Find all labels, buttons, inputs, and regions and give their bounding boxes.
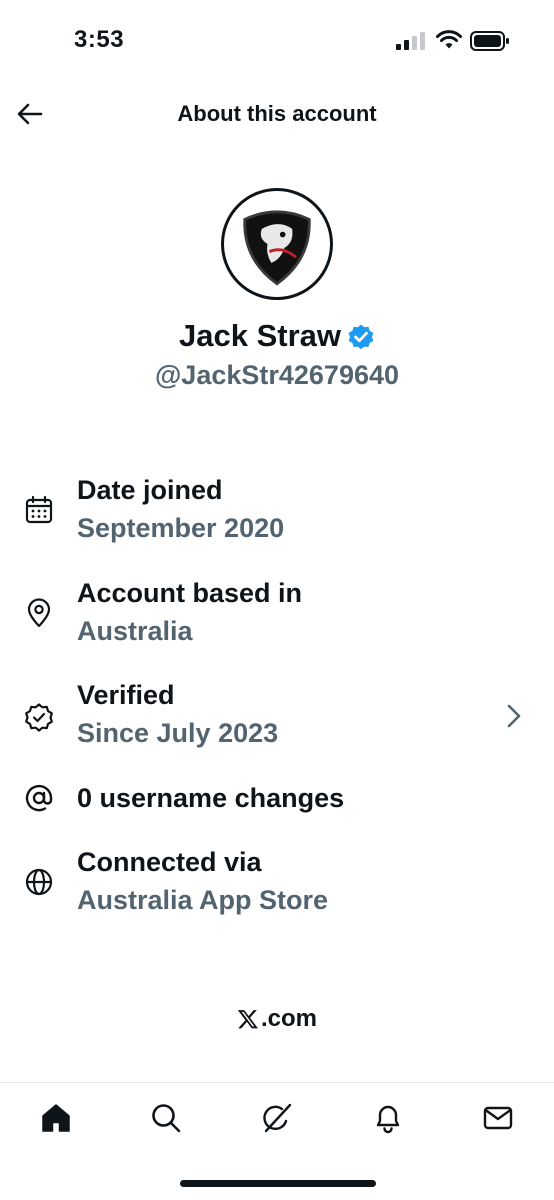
x-com-link[interactable]: .com [0,1005,554,1033]
connected-via-text: Connected via Australia App Store [77,843,328,919]
username-changes-item: 0 username changes [0,778,554,818]
display-name: Jack Straw [179,318,341,353]
verified-item[interactable]: Verified Since July 2023 [0,675,554,755]
account-based-in-item: Account based in Australia [0,573,554,653]
home-indicator [180,1180,376,1187]
page-title: About this account [177,101,377,126]
account-based-in-text: Account based in Australia [77,574,302,650]
status-bar: 3:53 [0,0,554,84]
account-based-in-label: Account based in [77,578,303,608]
home-icon[interactable] [39,1101,73,1135]
location-pin-icon [27,598,51,628]
x-logo-icon [237,1010,258,1029]
connected-via-value: Australia App Store [77,885,329,915]
shield-logo-image [243,210,311,286]
calendar-icon [25,495,53,524]
date-joined-item: Date joined September 2020 [0,470,554,550]
username-changes-label: 0 username changes [77,783,345,813]
messages-icon[interactable] [481,1101,515,1135]
date-joined-text: Date joined September 2020 [77,471,284,547]
connected-via-item: Connected via Australia App Store [0,842,554,922]
date-joined-value: September 2020 [77,513,285,543]
verified-label: Verified [77,680,175,710]
x-com-link-text: .com [260,1005,317,1032]
verified-value: Since July 2023 [77,718,279,748]
name-row: Jack Straw [0,318,554,354]
status-time: 3:53 [74,26,125,53]
verified-badge-icon[interactable] [347,323,375,351]
wifi-icon [436,30,462,49]
verified-text: Verified Since July 2023 [77,676,278,752]
at-sign-icon [25,784,53,812]
verified-check-icon [25,703,53,732]
globe-icon [25,868,53,896]
chevron-right-icon[interactable] [504,703,524,729]
cellular-signal-icon [396,32,425,50]
username-changes-text: 0 username changes [77,779,344,817]
battery-icon [470,31,509,51]
handle: @JackStr42679640 [154,360,400,390]
account-based-in-value: Australia [77,616,193,646]
date-joined-label: Date joined [77,475,223,505]
search-icon[interactable] [149,1101,183,1135]
notifications-icon[interactable] [371,1101,405,1135]
nav-header: About this account [0,84,554,144]
grok-icon[interactable] [260,1101,294,1135]
avatar[interactable] [221,188,333,300]
connected-via-label: Connected via [77,847,262,877]
